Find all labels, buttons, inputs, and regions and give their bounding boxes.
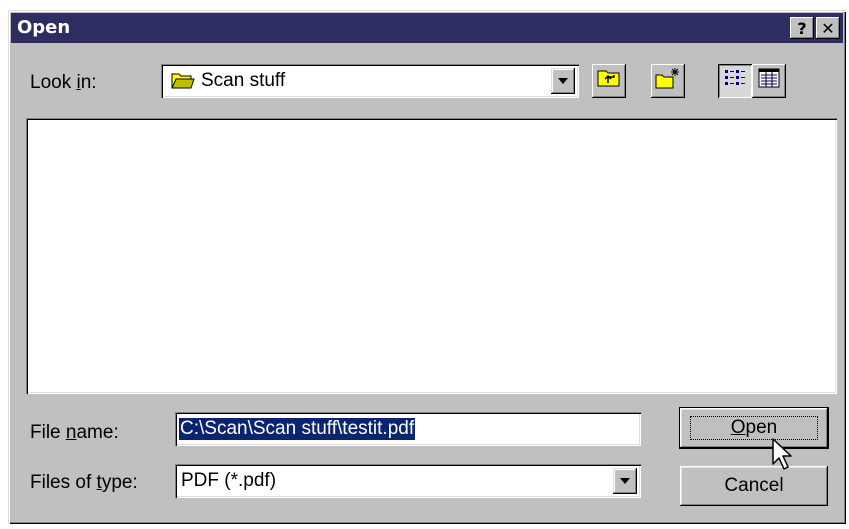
- files-of-type-value: PDF (*.pdf): [181, 470, 277, 491]
- chevron-down-icon: [620, 478, 630, 484]
- look-in-dropdown-button[interactable]: [551, 68, 575, 94]
- look-in-label: Look in:: [30, 72, 97, 93]
- files-of-type-combo[interactable]: PDF (*.pdf): [175, 464, 641, 498]
- details-view-button[interactable]: [752, 64, 786, 98]
- list-view-icon: [724, 68, 746, 94]
- chevron-down-icon: [558, 78, 568, 84]
- help-icon: ?: [797, 18, 807, 38]
- window-title: Open: [17, 17, 71, 38]
- open-dialog: Open ? ✕ Look in: Scan stuff File name: …: [8, 10, 846, 524]
- close-button[interactable]: ✕: [816, 17, 840, 39]
- open-button[interactable]: Open: [679, 407, 829, 449]
- mouse-pointer-icon: [772, 438, 796, 478]
- cancel-button-label: Cancel: [724, 475, 784, 496]
- open-folder-icon: [171, 70, 195, 96]
- list-view-button[interactable]: [718, 64, 752, 98]
- files-of-type-label: Files of type:: [30, 472, 138, 493]
- file-name-value: C:\Scan\Scan stuff\testit.pdf: [179, 418, 416, 440]
- create-new-folder-button[interactable]: [651, 64, 685, 98]
- look-in-value: Scan stuff: [201, 70, 286, 91]
- cancel-button[interactable]: Cancel: [680, 466, 828, 506]
- file-name-field[interactable]: C:\Scan\Scan stuff\testit.pdf: [175, 412, 641, 446]
- help-button[interactable]: ?: [790, 17, 814, 39]
- focus-rectangle: [690, 416, 818, 440]
- file-name-label: File name:: [30, 422, 119, 443]
- details-view-icon: [758, 68, 780, 94]
- file-list[interactable]: [26, 118, 837, 394]
- look-in-combo[interactable]: Scan stuff: [161, 64, 579, 98]
- up-one-level-button[interactable]: [592, 64, 626, 98]
- up-one-level-icon: [597, 68, 621, 94]
- files-of-type-dropdown-button[interactable]: [613, 468, 637, 494]
- close-icon: ✕: [821, 18, 835, 38]
- create-new-folder-icon: [655, 67, 681, 95]
- title-bar[interactable]: Open ? ✕: [11, 13, 843, 43]
